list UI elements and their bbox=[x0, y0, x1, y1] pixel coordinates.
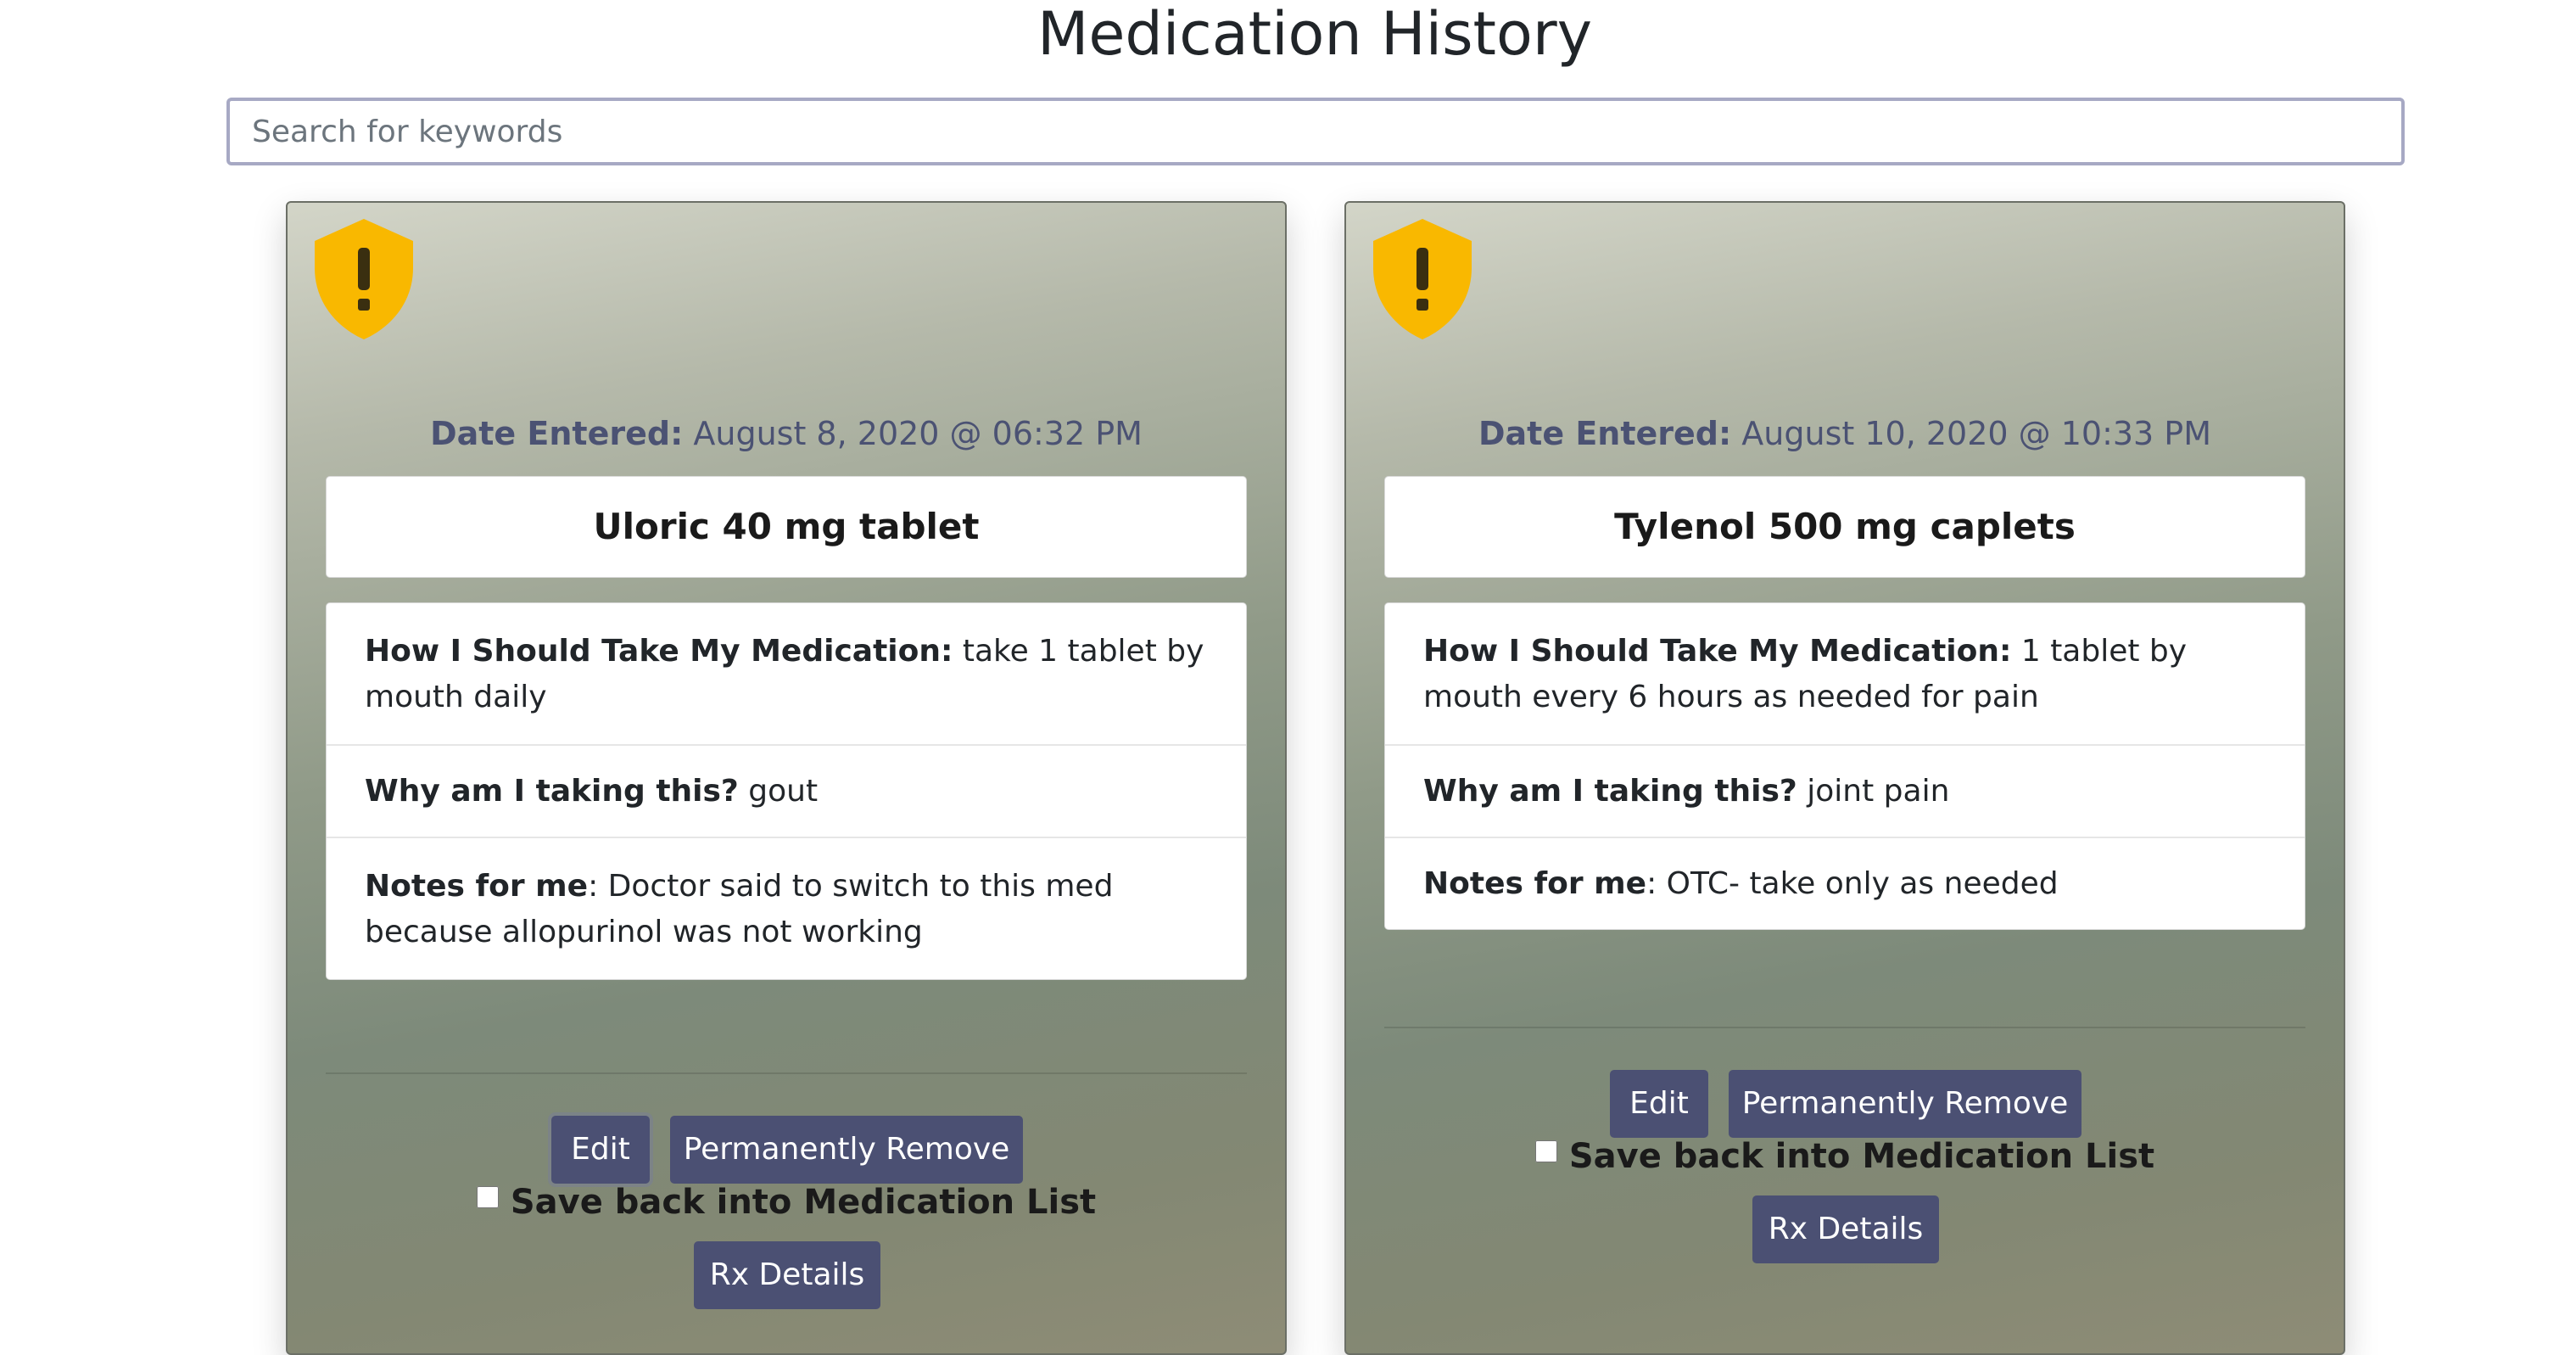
save-back-label: Save back into Medication List bbox=[1568, 1137, 2155, 1176]
warning-shield-icon bbox=[1373, 219, 1472, 339]
medication-card: Date Entered: August 8, 2020 @ 06:32 PM … bbox=[286, 201, 1287, 1355]
save-back-label: Save back into Medication List bbox=[510, 1183, 1097, 1222]
permanently-remove-button[interactable]: Permanently Remove bbox=[670, 1116, 1023, 1184]
date-entered: Date Entered: August 8, 2020 @ 06:32 PM bbox=[288, 412, 1285, 455]
medication-name: Uloric 40 mg tablet bbox=[326, 476, 1247, 578]
date-entered-value: August 10, 2020 @ 10:33 PM bbox=[1741, 415, 2212, 452]
why-taking-row: Why am I taking this? gout bbox=[327, 746, 1246, 838]
search-box bbox=[226, 98, 2405, 165]
why-taking-label: Why am I taking this? bbox=[1423, 774, 1797, 809]
how-to-take-row: How I Should Take My Medication: 1 table… bbox=[1385, 603, 2305, 746]
date-entered-label: Date Entered: bbox=[430, 415, 684, 452]
permanently-remove-button[interactable]: Permanently Remove bbox=[1729, 1070, 2081, 1138]
edit-button[interactable]: Edit bbox=[1610, 1070, 1708, 1138]
why-taking-row: Why am I taking this? joint pain bbox=[1385, 746, 2305, 838]
notes-label: Notes for me bbox=[365, 869, 589, 904]
notes-row: Notes for me: Doctor said to switch to t… bbox=[327, 838, 1246, 979]
warning-shield-icon bbox=[315, 219, 413, 339]
save-back-checkbox[interactable] bbox=[1534, 1140, 1557, 1162]
how-to-take-row: How I Should Take My Medication: take 1 … bbox=[327, 603, 1246, 746]
why-taking-label: Why am I taking this? bbox=[365, 774, 739, 809]
date-entered: Date Entered: August 10, 2020 @ 10:33 PM bbox=[1346, 412, 2344, 455]
medication-details-list: How I Should Take My Medication: 1 table… bbox=[1384, 602, 2305, 930]
page-title: Medication History bbox=[1037, 0, 1593, 69]
notes-row: Notes for me: OTC- take only as needed bbox=[1385, 838, 2305, 929]
save-back-option[interactable]: Save back into Medication List bbox=[1346, 1134, 2344, 1179]
divider bbox=[326, 1072, 1247, 1074]
date-entered-value: August 8, 2020 @ 06:32 PM bbox=[693, 415, 1143, 452]
notes-colon: : bbox=[588, 869, 599, 904]
divider bbox=[1384, 1027, 2305, 1028]
medication-card: Date Entered: August 10, 2020 @ 10:33 PM… bbox=[1344, 201, 2345, 1355]
medication-name: Tylenol 500 mg caplets bbox=[1384, 476, 2305, 578]
how-to-take-label: How I Should Take My Medication: bbox=[1423, 634, 2012, 669]
notes-label: Notes for me bbox=[1423, 866, 1647, 901]
search-input[interactable] bbox=[230, 101, 2401, 162]
notes-value: OTC- take only as needed bbox=[1666, 866, 2059, 901]
why-taking-value: gout bbox=[748, 774, 819, 809]
save-back-checkbox[interactable] bbox=[476, 1186, 499, 1208]
rx-details-button[interactable]: Rx Details bbox=[694, 1241, 880, 1309]
medication-details-list: How I Should Take My Medication: take 1 … bbox=[326, 602, 1247, 980]
edit-button[interactable]: Edit bbox=[551, 1116, 650, 1184]
notes-colon: : bbox=[1646, 866, 1657, 901]
date-entered-label: Date Entered: bbox=[1478, 415, 1732, 452]
save-back-option[interactable]: Save back into Medication List bbox=[288, 1180, 1285, 1224]
rx-details-button[interactable]: Rx Details bbox=[1752, 1195, 1939, 1263]
how-to-take-label: How I Should Take My Medication: bbox=[365, 634, 953, 669]
why-taking-value: joint pain bbox=[1807, 774, 1950, 809]
